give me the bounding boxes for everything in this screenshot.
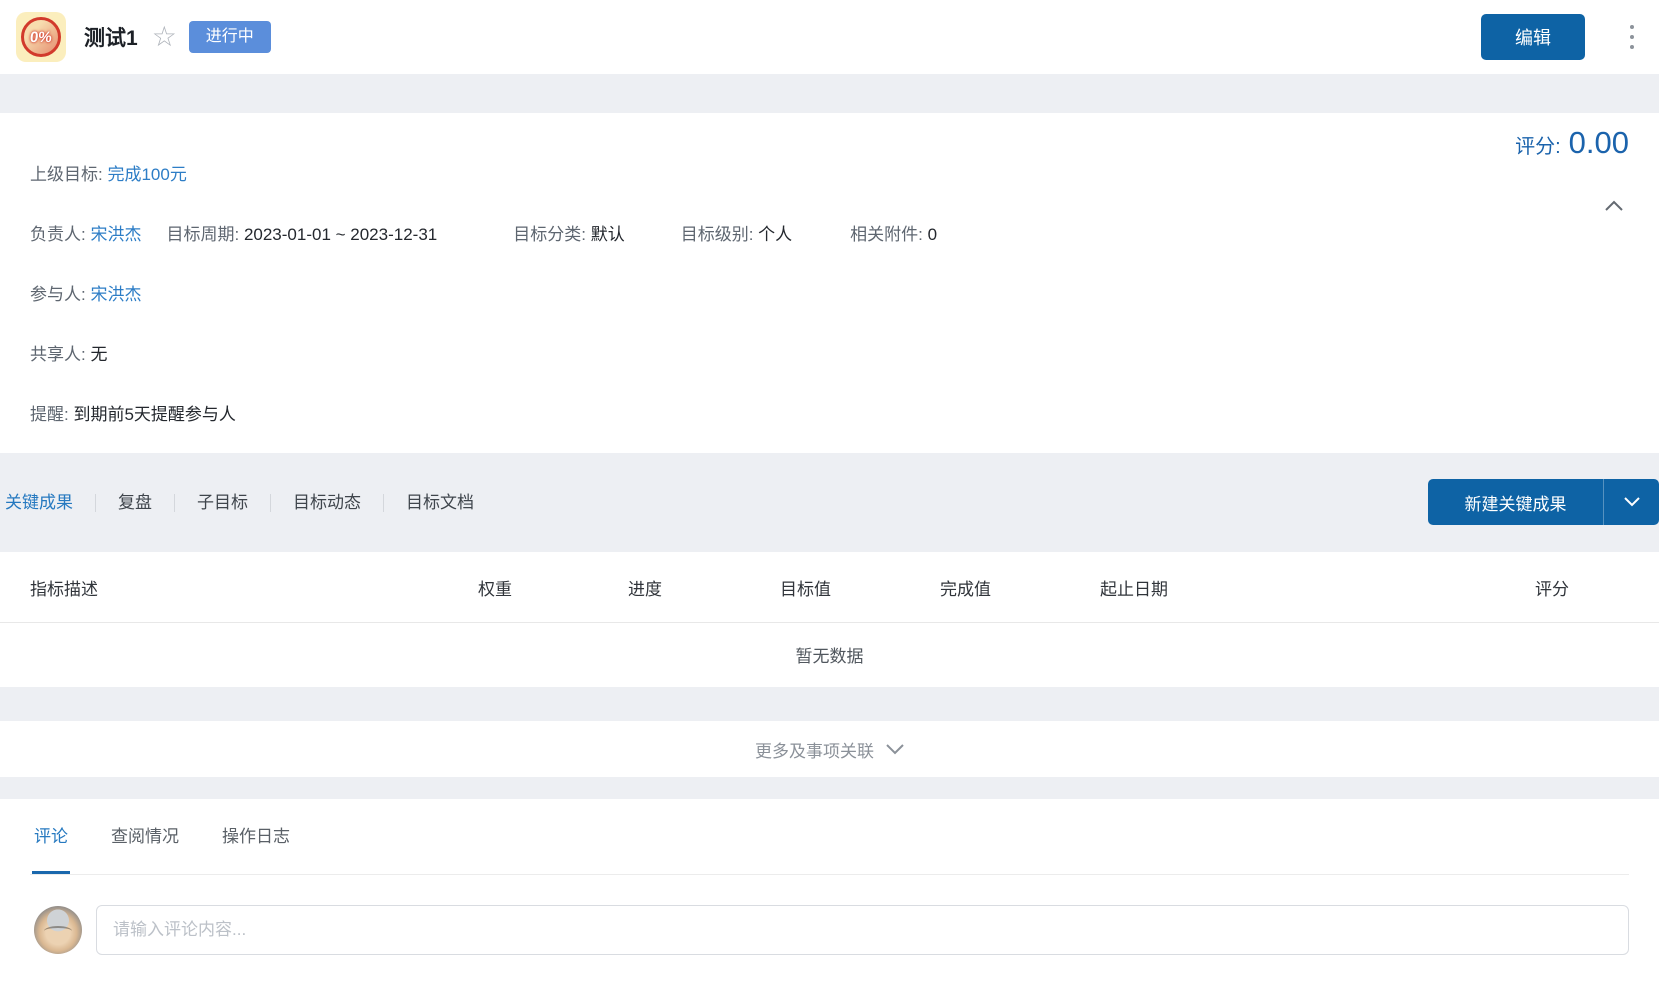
owner-field: 负责人: 宋洪杰 bbox=[30, 223, 141, 247]
owner-label: 负责人: bbox=[30, 225, 86, 244]
page-title: 测试1 bbox=[84, 22, 138, 52]
tab-comments[interactable]: 评论 bbox=[34, 825, 68, 874]
comment-input-row bbox=[30, 905, 1629, 955]
col-indicator-desc: 指标描述 bbox=[30, 575, 478, 600]
goal-meta-row: 负责人: 宋洪杰 目标周期: 2023-01-01 ~ 2023-12-31 目… bbox=[30, 223, 1629, 247]
table-header-row: 指标描述 权重 进度 目标值 完成值 起止日期 评分 bbox=[0, 552, 1659, 623]
participant-row: 参与人: 宋洪杰 bbox=[30, 283, 1629, 307]
level-label: 目标级别: bbox=[681, 225, 754, 244]
period-label: 目标周期: bbox=[166, 225, 239, 244]
remind-value: 到期前5天提醒参与人 bbox=[73, 403, 235, 427]
status-badge: 进行中 bbox=[189, 21, 271, 52]
share-row: 共享人: 无 bbox=[30, 343, 1629, 367]
col-completed-value: 完成值 bbox=[940, 575, 1100, 600]
collapse-panel-button[interactable] bbox=[1603, 197, 1625, 213]
comments-tabs: 评论 查阅情况 操作日志 bbox=[30, 799, 1629, 875]
comment-input[interactable] bbox=[96, 905, 1629, 955]
goal-progress-icon: 0% bbox=[16, 12, 66, 62]
chevron-down-icon bbox=[1624, 497, 1640, 507]
participant-link[interactable]: 宋洪杰 bbox=[90, 283, 141, 307]
tab-key-results[interactable]: 关键成果 bbox=[5, 491, 95, 515]
remind-row: 提醒: 到期前5天提醒参与人 bbox=[30, 403, 1629, 427]
col-target-value: 目标值 bbox=[780, 575, 940, 600]
parent-goal-link[interactable]: 完成100元 bbox=[107, 163, 186, 187]
attachment-field: 相关附件: 0 bbox=[850, 223, 937, 247]
chevron-down-icon bbox=[886, 744, 904, 755]
new-key-result-label: 新建关键成果 bbox=[1428, 479, 1603, 525]
col-score: 评分 bbox=[1535, 575, 1659, 600]
tab-sub-goals[interactable]: 子目标 bbox=[175, 491, 270, 515]
score-value: 0.00 bbox=[1569, 125, 1629, 161]
owner-link[interactable]: 宋洪杰 bbox=[90, 225, 141, 244]
level-field: 目标级别: 个人 bbox=[681, 223, 792, 247]
goal-summary-panel: 评分: 0.00 上级目标: 完成100元 负责人: 宋洪杰 目标周期: 202… bbox=[0, 113, 1659, 453]
new-key-result-button[interactable]: 新建关键成果 bbox=[1428, 479, 1659, 525]
attachment-label: 相关附件: bbox=[850, 225, 923, 244]
user-avatar bbox=[34, 906, 82, 954]
key-result-table: 指标描述 权重 进度 目标值 完成值 起止日期 评分 暂无数据 bbox=[0, 552, 1659, 687]
page-header: 0% 测试1 ☆ 进行中 编辑 bbox=[0, 0, 1659, 74]
remind-label: 提醒: bbox=[30, 403, 69, 427]
tab-read-status[interactable]: 查阅情况 bbox=[111, 825, 179, 874]
category-field: 目标分类: 默认 bbox=[513, 223, 624, 247]
share-label: 共享人: bbox=[30, 343, 86, 367]
level-value: 个人 bbox=[758, 225, 792, 244]
star-favorite-icon[interactable]: ☆ bbox=[152, 23, 177, 51]
category-label: 目标分类: bbox=[513, 225, 586, 244]
tab-goal-activity[interactable]: 目标动态 bbox=[271, 491, 383, 515]
col-weight: 权重 bbox=[478, 575, 628, 600]
attachment-count: 0 bbox=[928, 225, 937, 244]
edit-button[interactable]: 编辑 bbox=[1481, 14, 1585, 60]
period-value: 2023-01-01 ~ 2023-12-31 bbox=[244, 225, 437, 244]
parent-goal-row: 上级目标: 完成100元 bbox=[30, 163, 1629, 187]
tab-review[interactable]: 复盘 bbox=[96, 491, 174, 515]
chevron-up-icon bbox=[1605, 200, 1623, 211]
tab-goal-docs[interactable]: 目标文档 bbox=[384, 491, 496, 515]
score-block: 评分: 0.00 bbox=[1515, 125, 1629, 161]
more-related-items-label: 更多及事项关联 bbox=[755, 737, 874, 762]
tab-operation-log[interactable]: 操作日志 bbox=[222, 825, 290, 874]
participant-label: 参与人: bbox=[30, 283, 86, 307]
parent-goal-label: 上级目标: bbox=[30, 163, 103, 187]
goal-section-tabs: 关键成果 复盘 子目标 目标动态 目标文档 新建关键成果 bbox=[0, 453, 1659, 552]
new-key-result-dropdown[interactable] bbox=[1603, 479, 1659, 525]
share-value: 无 bbox=[90, 343, 107, 367]
table-empty-state: 暂无数据 bbox=[0, 623, 1659, 686]
score-label: 评分: bbox=[1515, 130, 1561, 159]
col-date-range: 起止日期 bbox=[1100, 575, 1535, 600]
period-field: 目标周期: 2023-01-01 ~ 2023-12-31 bbox=[166, 223, 437, 247]
progress-percent-label: 0% bbox=[29, 29, 52, 46]
more-related-items-bar[interactable]: 更多及事项关联 bbox=[0, 721, 1659, 777]
col-progress: 进度 bbox=[628, 575, 780, 600]
comments-panel: 评论 查阅情况 操作日志 bbox=[0, 799, 1659, 994]
category-value: 默认 bbox=[591, 225, 625, 244]
more-actions-icon[interactable] bbox=[1625, 25, 1639, 49]
progress-ring-icon: 0% bbox=[21, 17, 61, 57]
